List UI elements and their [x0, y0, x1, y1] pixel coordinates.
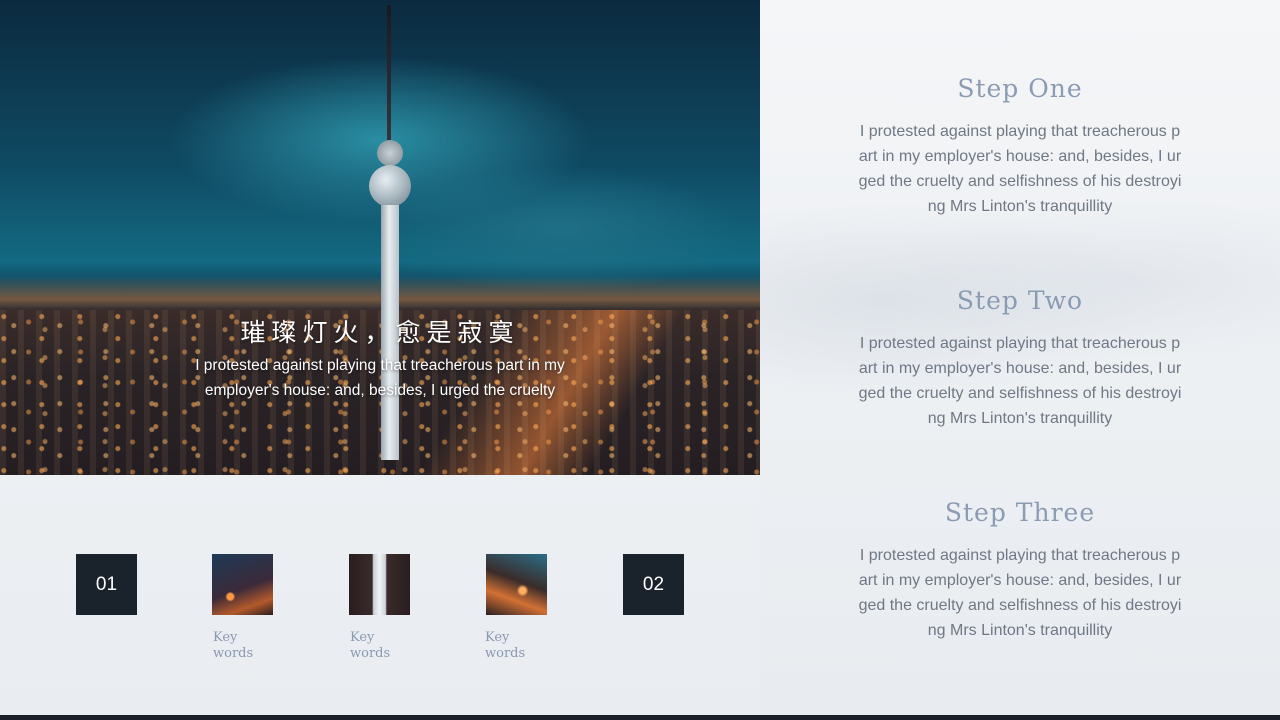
thumbnail-city-1[interactable] [212, 554, 273, 615]
hero-description: I protested against playing that treache… [195, 357, 565, 399]
step-one-body: I protested against playing that treache… [858, 123, 1182, 215]
step-three-title: Step Three [944, 498, 1096, 527]
thumbnail-city-2[interactable] [486, 554, 547, 615]
number-tile-02[interactable]: 02 [623, 554, 684, 615]
step-two-title: Step Two [956, 286, 1084, 315]
tower-sphere [369, 165, 411, 207]
step-three-body: I protested against playing that treache… [858, 547, 1182, 639]
step-two-body: I protested against playing that treache… [858, 335, 1182, 427]
tower-ring [377, 140, 403, 166]
step-one-title: Step One [957, 74, 1083, 103]
thumbnail-tower[interactable] [349, 554, 410, 615]
keywords-caption-2: Key words [350, 630, 391, 661]
keywords-caption-3: Key words [485, 630, 526, 661]
bottom-bar [0, 715, 1280, 720]
hero-title: 璀璨灯火，愈是寂寞 [240, 318, 520, 347]
hero-image: 璀璨灯火，愈是寂寞 I protested against playing th… [0, 0, 760, 475]
number-tile-01[interactable]: 01 [76, 554, 137, 615]
keywords-caption-1: Key words [213, 630, 254, 661]
